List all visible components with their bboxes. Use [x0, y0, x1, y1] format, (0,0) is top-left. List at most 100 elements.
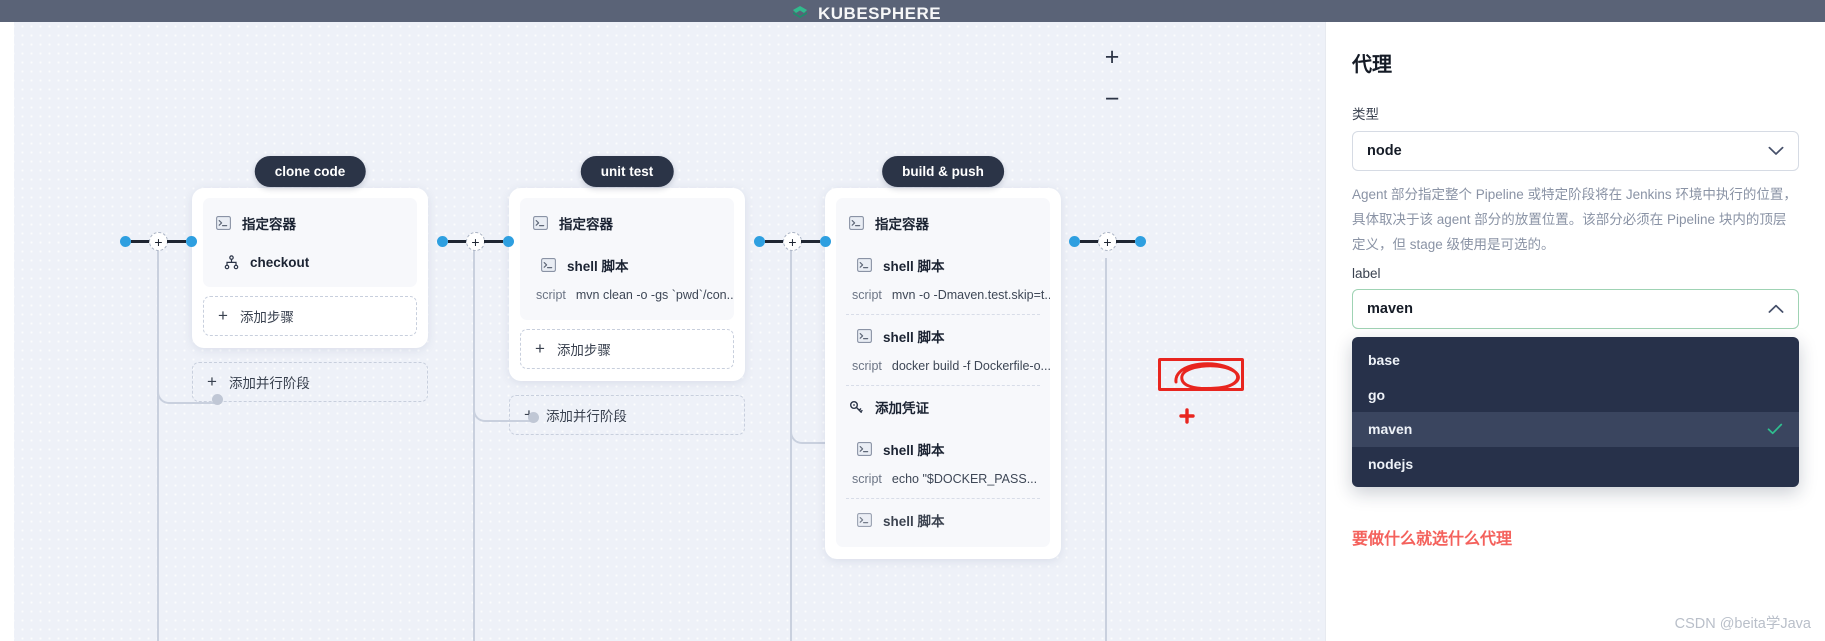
connector-dot: [120, 236, 131, 247]
stage-column-clone-code: clone code 指定容器 checkout + 添加步骤 + 添加并行阶段: [192, 156, 428, 402]
step-row[interactable]: checkout: [203, 244, 417, 281]
terminal-icon: [849, 216, 864, 230]
stage-title-badge[interactable]: unit test: [580, 156, 674, 187]
git-branch-icon: [224, 255, 239, 270]
watermark-text: CSDN @beita学Java: [1674, 616, 1811, 632]
dropdown-option-label: maven: [1368, 421, 1413, 438]
step-label: shell 脚本: [883, 259, 945, 274]
label-dropdown-menu[interactable]: base go maven nodejs: [1352, 337, 1799, 487]
connector-dot: [1069, 236, 1080, 247]
stage-title-badge[interactable]: clone code: [254, 156, 366, 187]
dropdown-option-base[interactable]: base: [1352, 343, 1799, 378]
step-row[interactable]: shell 脚本: [836, 244, 1050, 286]
top-header-bar: KUBESPHERE: [0, 0, 1825, 24]
canvas-left-gutter: [0, 22, 14, 641]
connector-bar: [765, 240, 784, 243]
add-parallel-stage-button[interactable]: + 添加并行阶段: [192, 362, 428, 402]
type-select[interactable]: node: [1352, 131, 1799, 171]
step-row[interactable]: 添加凭证: [836, 386, 1050, 428]
connector-bar: [448, 240, 467, 243]
terminal-icon: [216, 216, 231, 230]
stage-connector-3[interactable]: +: [754, 232, 831, 251]
stage-column-build-push: build & push 指定容器 shell 脚本 script mvn -o…: [825, 156, 1061, 559]
step-row[interactable]: shell 脚本: [836, 315, 1050, 357]
add-parallel-stage-button[interactable]: + 添加并行阶段: [509, 395, 745, 435]
stage-connector-4[interactable]: +: [1069, 232, 1146, 251]
connector-dot: [437, 236, 448, 247]
stage-connector-2[interactable]: +: [437, 232, 514, 251]
dropdown-option-maven[interactable]: maven: [1352, 412, 1799, 447]
stage-card[interactable]: build & push 指定容器 shell 脚本 script mvn -o…: [825, 156, 1061, 559]
zoom-out-button[interactable]: −: [1099, 86, 1125, 112]
connector-dot: [503, 236, 514, 247]
stage-card[interactable]: unit test 指定容器 shell 脚本 script mvn clean…: [509, 156, 745, 381]
add-stage-button-2[interactable]: +: [466, 232, 485, 251]
connector-dot: [820, 236, 831, 247]
add-stage-button-1[interactable]: +: [149, 232, 168, 251]
connector-bar: [131, 240, 150, 243]
dropdown-option-label: nodejs: [1368, 455, 1414, 472]
connector-bar: [1080, 240, 1099, 243]
agent-helper-text: Agent 部分指定整个 Pipeline 或特定阶段将在 Jenkins 环境…: [1352, 187, 1797, 252]
add-stage-button-3[interactable]: +: [783, 232, 802, 251]
connector-bar: [167, 240, 186, 243]
brand-name: KUBESPHERE: [818, 4, 942, 23]
dropdown-option-label: go: [1368, 386, 1386, 403]
panel-title: 代理: [1352, 54, 1392, 76]
add-step-button[interactable]: + 添加步骤: [203, 296, 417, 336]
step-script-row: script docker build -f Dockerfile-o...: [836, 357, 1050, 385]
plus-icon: +: [218, 306, 228, 325]
script-value: mvn clean -o -gs `pwd`/con...: [575, 288, 734, 302]
type-select-value: node: [1367, 143, 1402, 159]
script-value: mvn -o -Dmaven.test.skip=t...: [891, 288, 1050, 302]
step-row[interactable]: shell 脚本: [836, 428, 1050, 470]
dropdown-option-nodejs[interactable]: nodejs: [1352, 447, 1799, 482]
step-row[interactable]: 指定容器: [836, 202, 1050, 244]
dropdown-option-label: base: [1368, 352, 1400, 369]
stage-title-badge[interactable]: build & push: [882, 156, 1004, 187]
connector-dot: [186, 236, 197, 247]
step-row[interactable]: shell 脚本: [520, 244, 734, 286]
brand-logo: KUBESPHERE: [790, 4, 941, 24]
add-parallel-label: 添加并行阶段: [228, 376, 310, 391]
script-key: script: [852, 359, 882, 373]
canvas-zoom-controls[interactable]: + −: [1099, 44, 1125, 112]
step-label: 指定容器: [559, 217, 613, 232]
dropdown-option-go[interactable]: go: [1352, 378, 1799, 413]
stage-guide-line-4: [1105, 258, 1107, 641]
step-row[interactable]: 指定容器: [520, 202, 734, 244]
label-select-value: maven: [1367, 301, 1413, 317]
connector-dot: [754, 236, 765, 247]
step-row[interactable]: 指定容器: [203, 202, 417, 244]
add-step-label: 添加步骤: [556, 343, 611, 358]
pipeline-canvas[interactable]: + clone code 指定容器 checkout + 添加步骤 + 添加并行…: [0, 22, 1325, 641]
step-label: checkout: [250, 255, 310, 270]
connector-bar: [484, 240, 503, 243]
step-label: shell 脚本: [883, 443, 945, 458]
stage-card[interactable]: clone code 指定容器 checkout + 添加步骤: [192, 156, 428, 348]
add-stage-button-4[interactable]: +: [1098, 232, 1117, 251]
label-select[interactable]: maven: [1352, 289, 1799, 329]
step-label: 指定容器: [242, 217, 296, 232]
step-label: shell 脚本: [567, 259, 629, 274]
connector-bar: [801, 240, 820, 243]
step-label: 添加凭证: [875, 401, 929, 416]
stage-connector-1[interactable]: +: [120, 232, 197, 251]
step-row[interactable]: shell 脚本: [836, 499, 1050, 541]
check-icon: [1767, 423, 1783, 435]
app-root: KUBESPHERE + clone code 指定容器 checkout + …: [0, 0, 1825, 641]
script-value: docker build -f Dockerfile-o...: [891, 359, 1050, 373]
add-step-button[interactable]: + 添加步骤: [520, 329, 734, 369]
zoom-in-button[interactable]: +: [1099, 44, 1125, 70]
step-script-row: script echo "$DOCKER_PASS...: [836, 470, 1050, 498]
connector-bar: [1116, 240, 1135, 243]
step-label: 指定容器: [875, 217, 929, 232]
agent-settings-panel: 代理 类型 node Agent 部分指定整个 Pipeline 或特定阶段将在…: [1325, 22, 1825, 641]
script-key: script: [852, 472, 882, 486]
step-label: shell 脚本: [883, 330, 945, 345]
annotation-note: 要做什么就选什么代理: [1352, 531, 1513, 548]
step-script-row: script mvn -o -Dmaven.test.skip=t...: [836, 286, 1050, 314]
stage-steps-list: 指定容器 shell 脚本 script mvn clean -o -gs `p…: [520, 198, 734, 320]
script-key: script: [536, 288, 566, 302]
kubernetes-helm-icon: [790, 4, 810, 24]
